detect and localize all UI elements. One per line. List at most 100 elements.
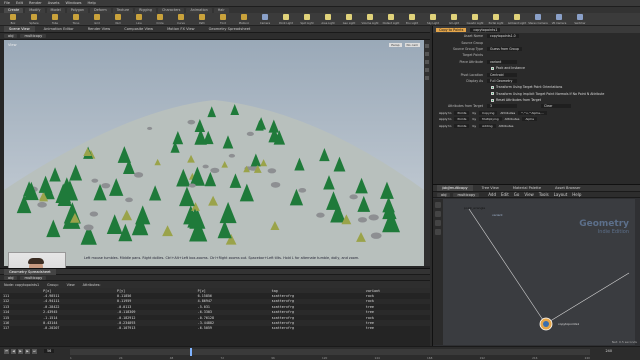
node-point-wrangle[interactable]: point_wrangle bbox=[461, 205, 488, 211]
operation-menu[interactable]: Copying bbox=[479, 110, 498, 115]
shelf-tool-caustic-light[interactable]: Caustic Light bbox=[466, 13, 484, 25]
tab-geometry-spreadsheet[interactable]: Geometry Spreadsheet bbox=[4, 268, 56, 275]
net-path-obj[interactable]: obj bbox=[437, 192, 451, 197]
net-menu-layout[interactable]: Layout bbox=[554, 192, 568, 197]
shelf-tool-platonic[interactable]: Platonic bbox=[235, 13, 253, 25]
shelf-tool-box[interactable]: Box bbox=[4, 13, 22, 25]
current-frame-field[interactable]: 56 bbox=[44, 349, 55, 353]
net-tab[interactable]: Asset Browser bbox=[550, 185, 586, 191]
shelf-tool-sky-light[interactable]: Sky Light bbox=[424, 13, 442, 25]
shelf-tab-deform[interactable]: Deform bbox=[90, 7, 111, 13]
tab-animation-editor[interactable]: Animation Editor bbox=[39, 26, 79, 32]
step-forward-icon[interactable]: ▶ bbox=[25, 349, 30, 354]
shelf-tool-grid[interactable]: Grid bbox=[88, 13, 106, 25]
node-name-field[interactable]: copytopoints1 bbox=[470, 27, 501, 32]
attributes-field[interactable]: *,^v,^Alpha,... bbox=[518, 110, 547, 115]
menu-assets[interactable]: Assets bbox=[48, 1, 60, 5]
copytopoints-node-icon[interactable] bbox=[539, 317, 553, 331]
shelf-tool-stereo-camera[interactable]: Stereo Camera bbox=[528, 13, 548, 25]
tab-geometry-spreadsheet[interactable]: Geometry Spreadsheet bbox=[204, 26, 256, 32]
menu-windows[interactable]: Windows bbox=[65, 1, 81, 5]
grid-icon[interactable] bbox=[435, 211, 441, 217]
shelf-tool-env-light[interactable]: Env Light bbox=[403, 13, 421, 25]
param-value-field[interactable]: Guess from Group bbox=[487, 46, 522, 51]
param-value-field[interactable]: copytopoints1.0 bbox=[487, 34, 519, 39]
display-option-icon[interactable] bbox=[425, 44, 429, 48]
tab-composite-view[interactable]: Composite View bbox=[119, 26, 158, 32]
operation-menu[interactable]: Adding bbox=[479, 123, 496, 128]
attr-count-field[interactable]: 3 bbox=[487, 104, 517, 109]
menu-render[interactable]: Render bbox=[29, 1, 42, 5]
menu-edit[interactable]: Edit bbox=[16, 1, 23, 5]
shelf-tab-characters[interactable]: Characters bbox=[157, 7, 185, 13]
shaded-icon[interactable] bbox=[425, 60, 429, 64]
net-menu-go[interactable]: Go bbox=[514, 192, 520, 197]
net-tab[interactable]: Tree View bbox=[477, 185, 504, 191]
checkbox-icon[interactable] bbox=[491, 85, 494, 89]
net-path-node[interactable]: multicopy bbox=[453, 192, 480, 197]
apply-target-menu[interactable]: Points bbox=[454, 117, 470, 122]
shelf-tool-curve[interactable]: Curve bbox=[172, 13, 190, 25]
attributes-field[interactable]: Alpha bbox=[522, 117, 537, 122]
shelf-tool-torus[interactable]: Torus bbox=[67, 13, 85, 25]
net-tab[interactable]: /obj/multicopy bbox=[437, 185, 473, 191]
checkbox-icon[interactable] bbox=[491, 92, 494, 96]
shelf-tab-animation[interactable]: Animation bbox=[186, 7, 212, 13]
shelf-tool-null[interactable]: Null bbox=[109, 13, 127, 25]
table-row[interactable]: 117 -0.20207 -0.107913 -6.5059 scatterxfrg tr… bbox=[0, 326, 430, 331]
shelf-tool-circle[interactable]: Circle bbox=[151, 13, 169, 25]
network-box-icon[interactable] bbox=[435, 229, 441, 235]
menu-help[interactable]: Help bbox=[88, 1, 96, 5]
shelf-tab-create[interactable]: Create bbox=[4, 7, 24, 13]
shelf-tool-point-light[interactable]: Point Light bbox=[277, 13, 295, 25]
shelf-tool-volume-light[interactable]: Volume Light bbox=[361, 13, 379, 25]
net-tab[interactable]: Material Palette bbox=[508, 185, 546, 191]
param-value-field[interactable]: Centroid bbox=[487, 72, 517, 77]
wireframe-icon[interactable] bbox=[425, 52, 429, 56]
sheet-attrs-label[interactable]: Attributes: bbox=[83, 283, 101, 287]
shelf-tool-tube[interactable]: Tube bbox=[46, 13, 64, 25]
param-value-field[interactable]: variant bbox=[487, 59, 517, 64]
apply-target-menu[interactable]: Points bbox=[454, 110, 470, 115]
shelf-tool-font[interactable]: Font bbox=[214, 13, 232, 25]
sticky-note-icon[interactable] bbox=[435, 220, 441, 226]
sheet-view-menu[interactable]: View bbox=[67, 283, 75, 287]
timeline-cursor[interactable] bbox=[190, 348, 192, 356]
jump-end-icon[interactable]: ⏭ bbox=[32, 349, 37, 354]
select-tool-icon[interactable] bbox=[435, 202, 441, 208]
shelf-tool-path[interactable]: Path bbox=[193, 13, 211, 25]
menu-file[interactable]: File bbox=[4, 1, 10, 5]
shelf-tool-sphere[interactable]: Sphere bbox=[25, 13, 43, 25]
shelf-tab-texture[interactable]: Texture bbox=[112, 7, 134, 13]
checkbox-icon[interactable] bbox=[491, 66, 494, 70]
clear-button[interactable]: Clear bbox=[541, 104, 571, 109]
timeline-scrubber[interactable] bbox=[70, 349, 590, 355]
shelf-tool-gi-light[interactable]: GI Light bbox=[445, 13, 463, 25]
shelf-tab-model[interactable]: Model bbox=[46, 7, 65, 13]
tab-motion-fx-view[interactable]: Motion FX View bbox=[162, 26, 200, 32]
network-canvas[interactable]: Geometry Indie Edition point_wrangle var… bbox=[443, 199, 635, 345]
shelf-tool-line[interactable]: Line bbox=[130, 13, 148, 25]
shelf-tool-spot-light[interactable]: Spot Light bbox=[298, 13, 316, 25]
jump-start-icon[interactable]: ⏮ bbox=[4, 349, 9, 354]
path-node[interactable]: multicopy bbox=[20, 34, 47, 38]
camera-icon[interactable] bbox=[425, 76, 429, 80]
shelf-tool-switcher[interactable]: Switcher bbox=[571, 13, 589, 25]
3d-viewport[interactable]: View Persp No cam Left mouse tumbles. Mi… bbox=[4, 40, 424, 266]
sheet-path-obj[interactable]: obj bbox=[4, 275, 18, 280]
shelf-tool-ambient-light[interactable]: Ambient Light bbox=[508, 13, 526, 25]
step-back-icon[interactable]: ◀ bbox=[11, 349, 16, 354]
shelf-tab-modify[interactable]: Modify bbox=[25, 7, 45, 13]
end-frame-field[interactable]: 240 bbox=[606, 349, 612, 353]
net-menu-view[interactable]: View bbox=[524, 192, 534, 197]
net-menu-add[interactable]: Add bbox=[488, 192, 496, 197]
shelf-tab-rigging[interactable]: Rigging bbox=[135, 7, 156, 13]
sheet-group-label[interactable]: Group: bbox=[47, 283, 58, 287]
shelf-tab-polygon[interactable]: Polygon bbox=[66, 7, 89, 13]
shelf-tool-vr-camera[interactable]: VR Camera bbox=[550, 13, 568, 25]
net-menu-edit[interactable]: Edit bbox=[501, 192, 509, 197]
shelf-tab-hair[interactable]: Hair bbox=[213, 7, 229, 13]
operation-menu[interactable]: Multiplying bbox=[479, 117, 502, 122]
apply-target-menu[interactable]: Points bbox=[454, 123, 470, 128]
play-icon[interactable]: ▶ bbox=[18, 349, 23, 354]
